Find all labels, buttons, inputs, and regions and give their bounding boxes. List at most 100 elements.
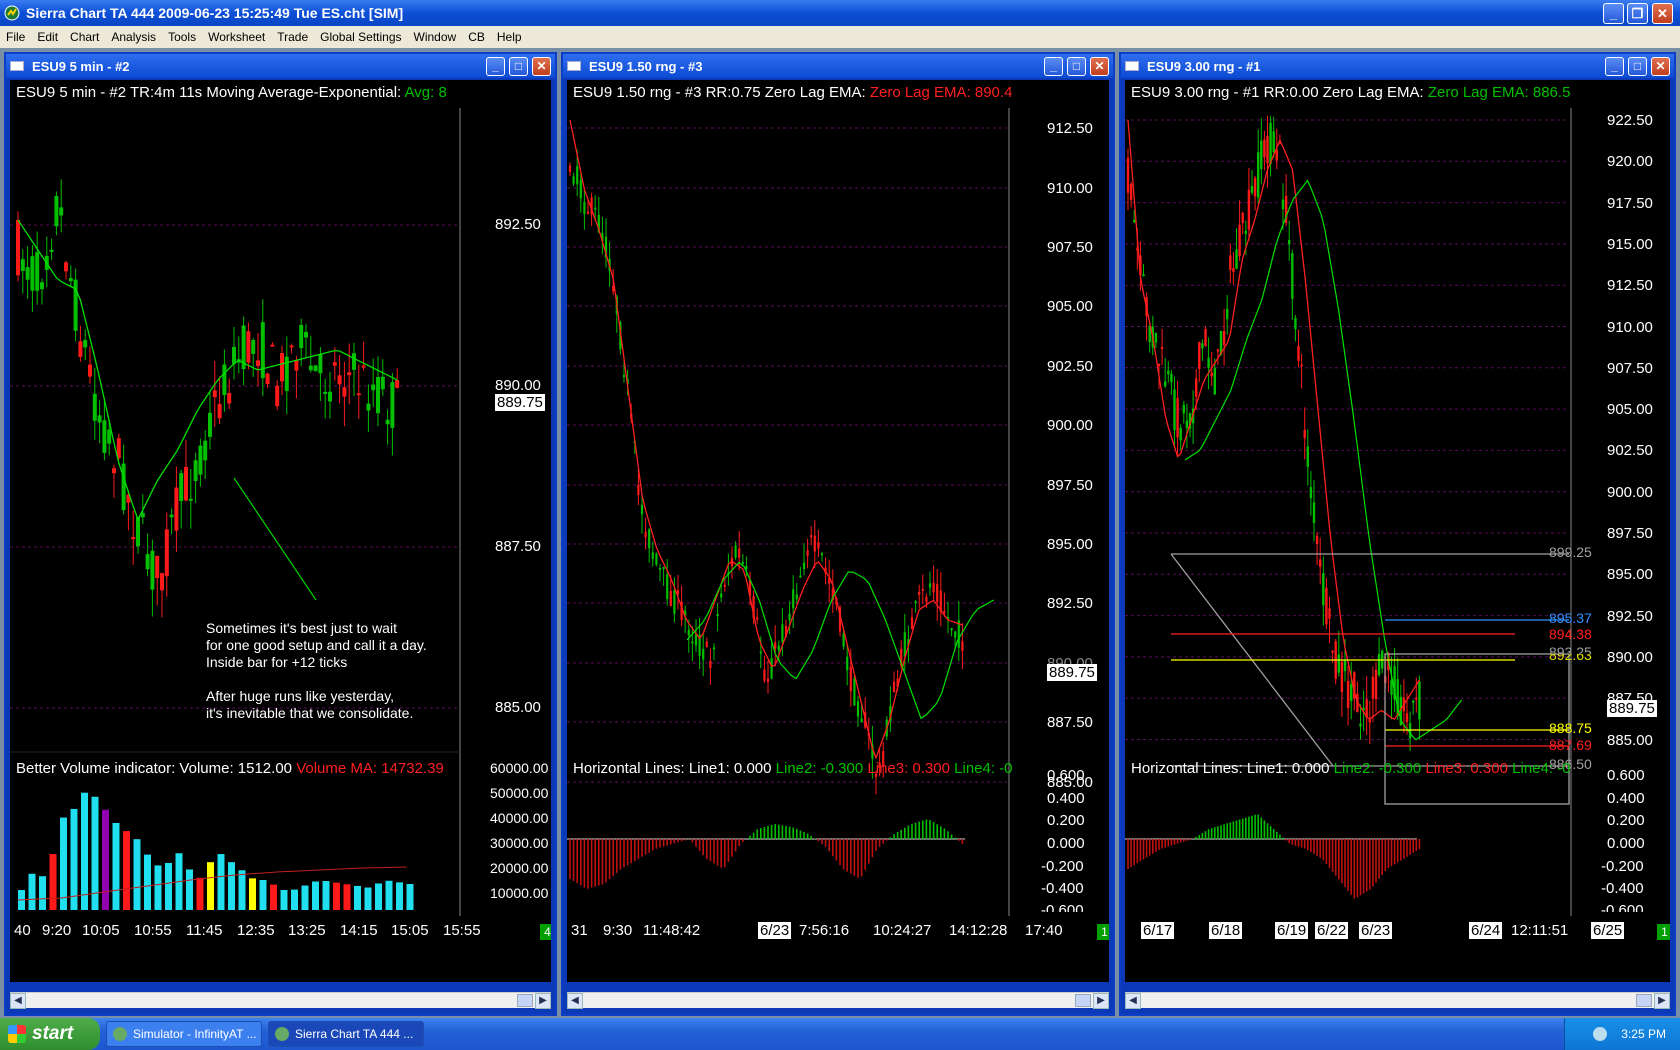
- chart-minimize-button[interactable]: _: [486, 57, 505, 76]
- price-bar-body: [648, 529, 651, 549]
- minimize-button[interactable]: _: [1603, 3, 1624, 24]
- scroll-right-arrow-icon[interactable]: ▶: [1654, 993, 1670, 1009]
- scroll-right-arrow-icon[interactable]: ▶: [535, 993, 551, 1009]
- price-label: 920.00: [1607, 153, 1653, 171]
- price-bar-body: [1213, 367, 1216, 395]
- price-label: 895.00: [1607, 566, 1653, 584]
- price-bar-body: [1164, 381, 1167, 387]
- price-bar-body: [1300, 364, 1303, 367]
- price-bar-body: [174, 487, 179, 531]
- scroll-left-arrow-icon[interactable]: ◀: [10, 993, 26, 1009]
- date-label: 6/25: [1591, 922, 1625, 939]
- menu-cb[interactable]: CB: [462, 30, 491, 44]
- price-bar-body: [766, 678, 770, 682]
- chart-window-5min[interactable]: ESU9 5 min - #2 _ □ ✕ ESU9 5 min - #2 TR…: [4, 52, 557, 1016]
- scroll-thumb[interactable]: [1636, 994, 1652, 1007]
- chart-close-button[interactable]: ✕: [1651, 57, 1670, 76]
- chart-close-button[interactable]: ✕: [1090, 57, 1109, 76]
- chart-title-bar[interactable]: ESU9 5 min - #2 _ □ ✕: [6, 54, 555, 78]
- price-bar-body: [1405, 713, 1409, 723]
- price-bar-body: [164, 529, 169, 577]
- price-bar-body: [390, 382, 395, 428]
- menu-global-settings[interactable]: Global Settings: [314, 30, 407, 44]
- menu-edit[interactable]: Edit: [31, 30, 64, 44]
- price-label: 897.50: [1047, 477, 1093, 494]
- horizontal-scrollbar[interactable]: ◀ ▶: [10, 992, 551, 1009]
- price-bar-body: [1142, 274, 1145, 277]
- osc-label: -0.200: [1601, 858, 1644, 875]
- chart-window-title: ESU9 5 min - #2: [32, 58, 130, 74]
- price-bar-body: [914, 601, 917, 604]
- chart-minimize-button[interactable]: _: [1044, 57, 1063, 76]
- chart-close-button[interactable]: ✕: [532, 57, 551, 76]
- horizontal-scrollbar[interactable]: ◀ ▶: [567, 992, 1109, 1009]
- chart-plot-area[interactable]: ESU9 1.50 rng - #3 RR:0.75 Zero Lag EMA:…: [567, 80, 1109, 982]
- price-bar-body: [217, 403, 222, 419]
- menu-help[interactable]: Help: [491, 30, 528, 44]
- close-button[interactable]: ✕: [1652, 3, 1673, 24]
- price-bar-body: [702, 649, 705, 660]
- price-bar-body: [366, 403, 371, 411]
- chart-minimize-button[interactable]: _: [1605, 57, 1624, 76]
- taskbar-item-sierra-chart[interactable]: Sierra Chart TA 444 ...: [268, 1021, 424, 1047]
- time-label: 9:20: [42, 922, 72, 939]
- price-bar-body: [655, 553, 658, 565]
- price-bar-body: [179, 473, 184, 502]
- price-bar-body: [810, 535, 813, 538]
- chart-title-bar[interactable]: ESU9 1.50 rng - #3 _ □ ✕: [563, 54, 1113, 78]
- price-bar-body: [860, 718, 863, 723]
- network-icon[interactable]: [1593, 1027, 1608, 1041]
- chart-title-bar[interactable]: ESU9 3.00 rng - #1 _ □ ✕: [1121, 54, 1674, 78]
- volume-bar: [301, 885, 309, 910]
- price-bar-body: [644, 531, 647, 538]
- menu-file[interactable]: File: [0, 30, 31, 44]
- price-bar-body: [1297, 345, 1300, 361]
- price-label: 912.50: [1607, 277, 1653, 295]
- price-bar-body: [788, 613, 791, 621]
- menu-tools[interactable]: Tools: [162, 30, 202, 44]
- price-bar-body: [1232, 267, 1235, 272]
- price-bar-body: [121, 463, 126, 511]
- price-bar-body: [289, 345, 294, 348]
- price-label: 907.50: [1607, 359, 1653, 377]
- chart-maximize-button[interactable]: □: [1628, 57, 1647, 76]
- date-label: 6/19: [1275, 922, 1309, 939]
- menu-worksheet[interactable]: Worksheet: [202, 30, 271, 44]
- scroll-left-arrow-icon[interactable]: ◀: [567, 993, 583, 1009]
- taskbar-item-simulator[interactable]: Simulator - InfinityAT ...: [106, 1021, 262, 1047]
- menu-chart[interactable]: Chart: [64, 30, 105, 44]
- price-bar-body: [1337, 654, 1340, 673]
- price-bar-body: [756, 617, 759, 620]
- restore-button[interactable]: ❐: [1627, 3, 1648, 24]
- osc-label: -0.400: [1041, 880, 1084, 897]
- chart-maximize-button[interactable]: □: [1067, 57, 1086, 76]
- chart-window-3-00-range[interactable]: ESU9 3.00 rng - #1 _ □ ✕ ESU9 3.00 rng -…: [1119, 52, 1676, 1016]
- menu-window[interactable]: Window: [408, 30, 463, 44]
- price-bar-body: [1198, 341, 1201, 370]
- chart-number-badge: 4: [540, 924, 551, 940]
- price-label: 895.00: [1047, 536, 1093, 553]
- price-bar-body: [936, 583, 939, 603]
- price-bar-body: [1415, 697, 1418, 700]
- app-icon: [113, 1027, 127, 1041]
- menu-trade[interactable]: Trade: [271, 30, 314, 44]
- chart-number-badge: 1: [1657, 924, 1670, 940]
- price-bar-body: [270, 344, 275, 347]
- chart-plot-area[interactable]: ESU9 5 min - #2 TR:4m 11s Moving Average…: [10, 80, 551, 982]
- scroll-right-arrow-icon[interactable]: ▶: [1093, 993, 1109, 1009]
- price-bar-body: [1319, 559, 1322, 567]
- start-button[interactable]: start: [0, 1018, 100, 1050]
- scroll-thumb[interactable]: [1075, 994, 1091, 1007]
- price-bar-body: [691, 641, 694, 644]
- level-label: 893.25: [1549, 644, 1592, 654]
- chart-window-1-50-range[interactable]: ESU9 1.50 rng - #3 _ □ ✕ ESU9 1.50 rng -…: [561, 52, 1115, 1016]
- chart-maximize-button[interactable]: □: [509, 57, 528, 76]
- horizontal-scrollbar[interactable]: ◀ ▶: [1125, 992, 1670, 1009]
- scroll-left-arrow-icon[interactable]: ◀: [1125, 993, 1141, 1009]
- menu-analysis[interactable]: Analysis: [105, 30, 162, 44]
- scroll-thumb[interactable]: [517, 994, 533, 1007]
- price-label: 885.00: [1607, 731, 1653, 749]
- price-label: 912.50: [1047, 120, 1093, 137]
- price-bar-body: [1331, 650, 1334, 653]
- chart-plot-area[interactable]: ESU9 3.00 rng - #1 RR:0.00 Zero Lag EMA:…: [1125, 80, 1670, 982]
